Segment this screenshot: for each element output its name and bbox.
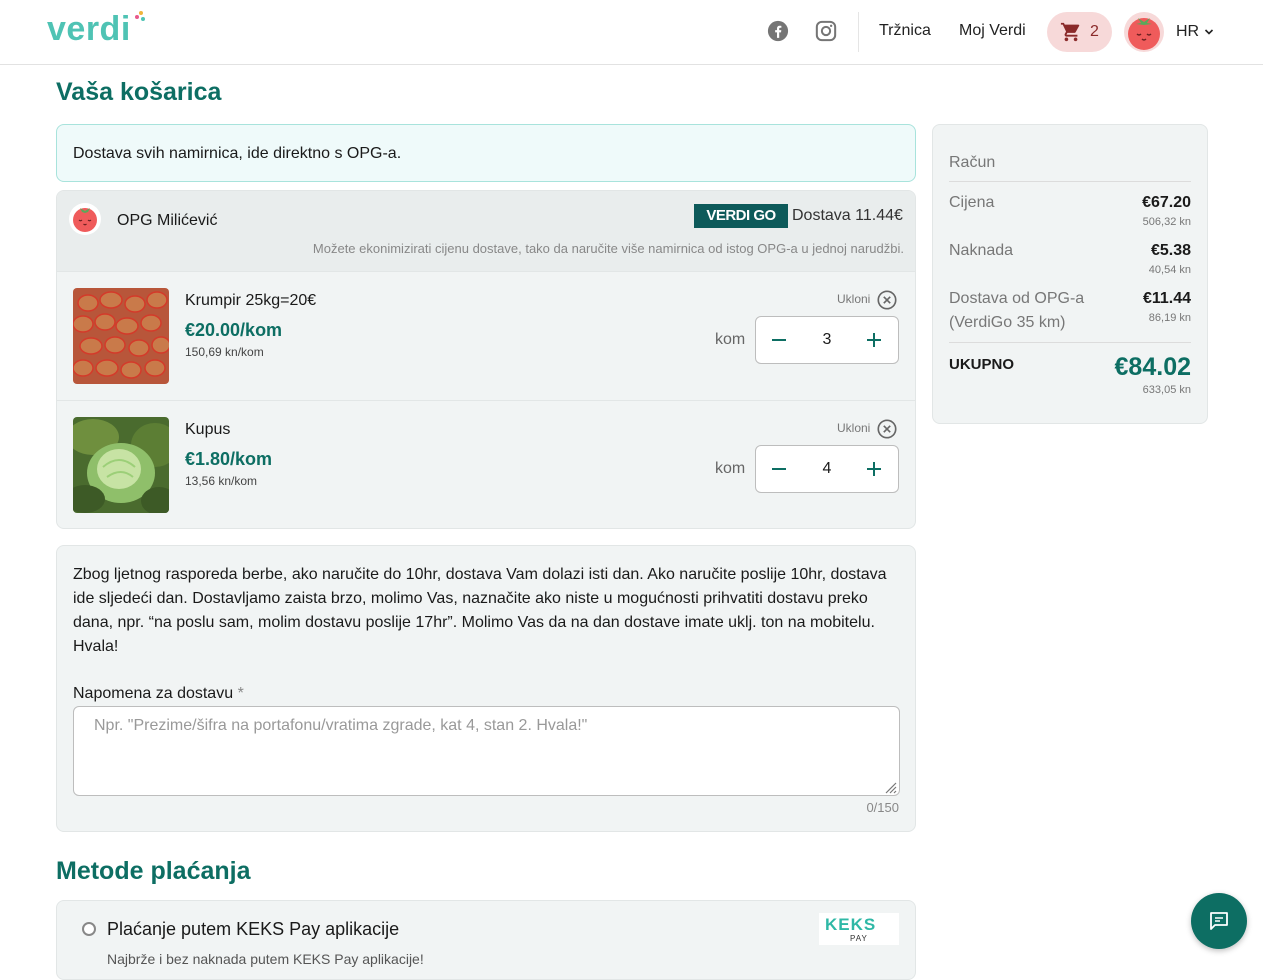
cart-item: Krumpir 25kg=20€ €20.00/kom 150,69 kn/ko… xyxy=(57,271,915,400)
bill-row-label: Dostava od OPG-a (VerdiGo 35 km) xyxy=(949,290,1085,331)
bill-row-kn: 506,32 kn xyxy=(1142,216,1191,228)
payment-radio[interactable] xyxy=(82,922,96,936)
close-circle-icon[interactable] xyxy=(876,289,898,311)
character-counter: 0/150 xyxy=(866,800,899,815)
bill-row-label: Naknada xyxy=(949,242,1014,259)
bill-total-label: UKUPNO xyxy=(949,356,1015,373)
close-circle-icon[interactable] xyxy=(876,418,898,440)
cart-icon xyxy=(1060,22,1080,42)
nav-link-trznica[interactable]: Tržnica xyxy=(879,22,931,40)
payment-methods-title: Metode plaćanja xyxy=(56,857,251,885)
vendor-name: OPG Milićević xyxy=(117,212,218,229)
payment-option-keks[interactable]: Plaćanje putem KEKS Pay aplikacije Najbr… xyxy=(56,900,916,980)
logo-text: verdi xyxy=(47,10,131,48)
info-banner-text: Dostava svih namirnica, ide direktno s O… xyxy=(73,145,402,162)
verdi-logo[interactable]: verdi xyxy=(47,10,145,49)
bill-total-kn: 633,05 kn xyxy=(1142,384,1191,396)
bill-row-kn: 86,19 kn xyxy=(1148,312,1191,324)
verdigo-badge: VERDI GO xyxy=(694,204,788,228)
bill-row-kn: 40,54 kn xyxy=(1148,264,1191,276)
chat-icon xyxy=(1210,912,1228,930)
product-image-cabbage xyxy=(73,417,169,513)
bill-row-label: Cijena xyxy=(949,194,995,211)
keks-logo-text: KEKS xyxy=(825,915,877,934)
cart-button[interactable]: 2 xyxy=(1047,12,1112,52)
item-name: Krumpir 25kg=20€ xyxy=(185,292,317,309)
keks-logo-sub: PAY xyxy=(850,934,868,943)
delivery-info-banner: Dostava svih namirnica, ide direktno s O… xyxy=(56,124,916,182)
bill-title: Račun xyxy=(949,154,996,171)
quantity-stepper: 3 xyxy=(755,316,899,364)
bill-total-value: €84.02 xyxy=(1114,353,1191,381)
required-mark: * xyxy=(237,685,244,702)
remove-item-label[interactable]: Ukloni xyxy=(837,421,870,435)
logo-dots-icon xyxy=(135,11,145,21)
bill-row-value: €11.44 xyxy=(1142,290,1191,307)
plus-icon[interactable] xyxy=(862,328,886,352)
plus-icon[interactable] xyxy=(862,457,886,481)
language-selector[interactable]: HR xyxy=(1176,23,1214,41)
language-label: HR xyxy=(1176,23,1200,40)
cart-item: Kupus €1.80/kom 13,56 kn/kom Ukloni kom … xyxy=(57,400,915,528)
bill-summary: Račun Cijena €67.20 506,32 kn Naknada €5… xyxy=(932,124,1208,424)
bill-divider xyxy=(949,181,1191,182)
unit-label: kom xyxy=(715,460,746,477)
vendor-logo-icon xyxy=(69,203,101,235)
bill-divider xyxy=(949,342,1191,343)
instagram-icon[interactable] xyxy=(815,20,837,42)
nav-divider xyxy=(858,12,859,52)
delivery-note-textarea[interactable] xyxy=(73,706,900,796)
vendor-header: OPG Milićević VERDI GO Dostava 11.44€ Mo… xyxy=(57,191,915,271)
item-price-kn: 150,69 kn/kom xyxy=(185,345,264,359)
bill-row-value: €67.20 xyxy=(1142,194,1191,211)
delivery-note-label: Napomena za dostavu * xyxy=(73,685,244,703)
quantity-stepper: 4 xyxy=(755,445,899,493)
item-price-kn: 13,56 kn/kom xyxy=(185,474,258,488)
top-navigation-bar: verdi Tržnica Moj Verdi 2 HR xyxy=(0,0,1263,65)
keks-pay-logo: KEKS PAY xyxy=(819,913,899,945)
bill-row-value: €5.38 xyxy=(1150,242,1191,259)
chevron-down-icon xyxy=(1204,29,1213,35)
page-title: Vaša košarica xyxy=(56,78,222,106)
avatar-tomato-icon[interactable] xyxy=(1124,12,1164,52)
remove-item-label[interactable]: Ukloni xyxy=(837,292,870,306)
delivery-savings-note: Možete ekonimizirati cijenu dostave, tak… xyxy=(312,241,904,256)
nav-link-moj-verdi[interactable]: Moj Verdi xyxy=(959,22,1026,40)
chat-button[interactable] xyxy=(1191,893,1247,949)
delivery-note-label-text: Napomena za dostavu xyxy=(73,685,234,702)
vendor-cart-card: OPG Milićević VERDI GO Dostava 11.44€ Mo… xyxy=(56,190,916,529)
item-name: Kupus xyxy=(185,421,231,438)
item-price: €20.00/kom xyxy=(185,320,283,340)
product-image-potatoes xyxy=(73,288,169,384)
payment-method-name: Plaćanje putem KEKS Pay aplikacije xyxy=(107,919,400,939)
cart-count: 2 xyxy=(1090,23,1099,40)
facebook-icon[interactable] xyxy=(767,20,789,42)
vendor-delivery-price: Dostava 11.44€ xyxy=(792,207,903,224)
item-price: €1.80/kom xyxy=(185,449,273,469)
delivery-schedule-info: Zbog ljetnog rasporeda berbe, ako naruči… xyxy=(73,566,887,655)
resize-handle-icon[interactable] xyxy=(883,780,897,794)
delivery-note-card: Zbog ljetnog rasporeda berbe, ako naruči… xyxy=(56,545,916,832)
unit-label: kom xyxy=(715,331,746,348)
